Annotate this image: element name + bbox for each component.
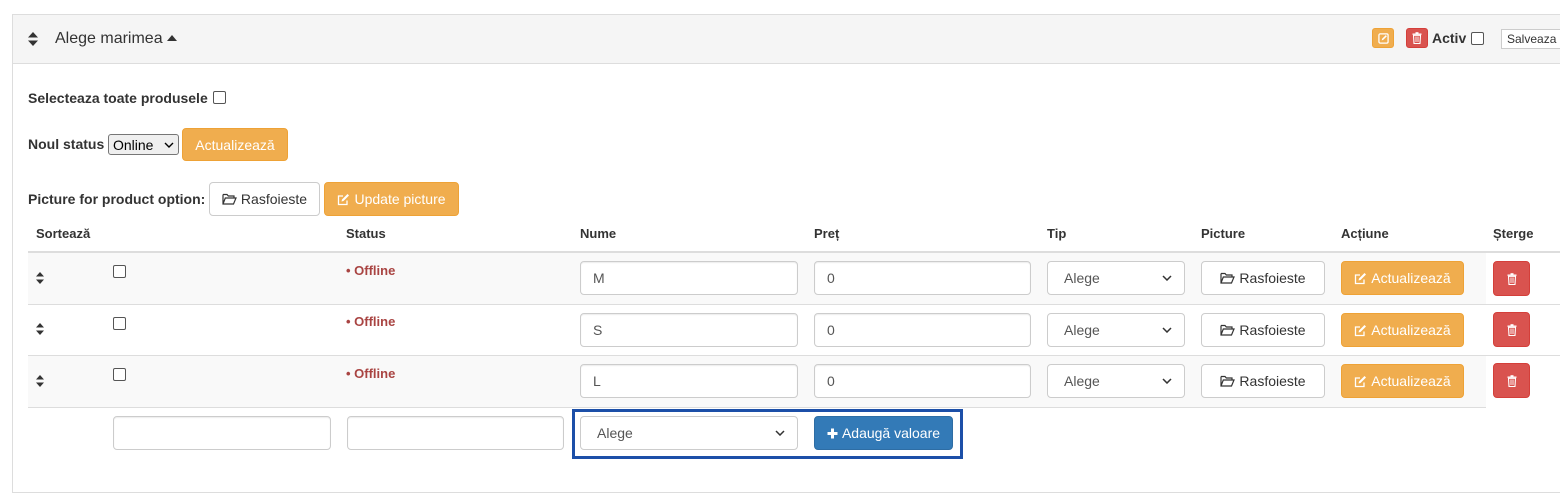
new-status-label: Noul status — [28, 136, 105, 152]
active-checkbox[interactable] — [1471, 32, 1484, 45]
new-sort-input[interactable] — [113, 416, 331, 450]
row-type-select[interactable]: Alege — [1047, 313, 1185, 347]
col-header-picture: Picture — [1201, 226, 1246, 241]
active-label: Activ — [1432, 30, 1467, 46]
row-type-select[interactable]: Alege — [1047, 261, 1185, 295]
caret-up-icon — [166, 35, 177, 41]
col-header-delete: Șterge — [1493, 226, 1534, 241]
row-delete-button[interactable] — [1493, 363, 1530, 398]
col-header-sort: Sortează — [36, 226, 91, 241]
row-browse-button[interactable]: Rasfoieste — [1201, 364, 1325, 398]
col-header-name: Nume — [580, 226, 617, 241]
new-status-input[interactable] — [347, 416, 564, 450]
row-browse-label: Rasfoieste — [1239, 322, 1306, 338]
row-divider — [28, 304, 1560, 305]
row-browse-button[interactable]: Rasfoieste — [1201, 313, 1325, 347]
col-header-action: Acțiune — [1341, 226, 1389, 241]
trash-icon — [1507, 374, 1516, 387]
panel-heading: Alege marimea Activ Salveaza — [13, 15, 1560, 64]
row-name-input[interactable]: M — [580, 261, 798, 295]
row-status: • Offline — [346, 263, 396, 278]
update-picture-label: Update picture — [354, 191, 446, 207]
bulk-update-button[interactable]: Actualizează — [182, 128, 288, 161]
update-picture-button[interactable]: Update picture — [324, 182, 459, 216]
top-bar — [0, 0, 1560, 14]
panel-title[interactable]: Alege marimea — [55, 30, 177, 48]
row-price-input[interactable]: 0 — [814, 313, 1031, 347]
edit-icon — [1355, 324, 1367, 336]
row-delete-button[interactable] — [1493, 312, 1530, 347]
row-status: • Offline — [346, 366, 396, 381]
select-all-label: Selecteaza toate produsele — [28, 90, 208, 106]
row-browse-label: Rasfoieste — [1239, 270, 1306, 286]
sort-icon[interactable] — [27, 31, 39, 47]
new-status-select[interactable]: Online — [108, 134, 179, 155]
row-update-label: Actualizează — [1371, 270, 1451, 286]
delete-option-button[interactable] — [1406, 28, 1428, 48]
browse-picture-button[interactable]: Rasfoieste — [209, 182, 320, 216]
edit-icon — [1377, 32, 1389, 44]
edit-icon — [338, 193, 350, 205]
row-checkbox[interactable] — [113, 368, 126, 381]
row-price-input[interactable]: 0 — [814, 364, 1031, 398]
trash-icon — [1507, 272, 1516, 285]
row-browse-button[interactable]: Rasfoieste — [1201, 261, 1325, 295]
row-type-value: Alege — [1064, 373, 1100, 389]
row-name-input[interactable]: S — [580, 313, 798, 347]
edit-icon — [1355, 272, 1367, 284]
row-update-label: Actualizează — [1371, 373, 1451, 389]
col-header-type: Tip — [1047, 226, 1067, 241]
folder-open-icon — [222, 193, 237, 205]
row-sort-icon[interactable] — [34, 270, 46, 286]
row-status: • Offline — [346, 314, 396, 329]
picture-option-label: Picture for product option: — [28, 191, 206, 207]
new-status-value: Online — [113, 136, 154, 153]
trash-icon — [1507, 323, 1516, 336]
highlight-box — [572, 409, 963, 459]
row-sort-icon[interactable] — [34, 373, 46, 389]
panel-title-text: Alege marimea — [55, 30, 163, 47]
folder-open-icon — [1220, 324, 1236, 336]
col-header-price: Preț — [814, 226, 840, 241]
folder-open-icon — [1220, 375, 1236, 387]
row-update-button[interactable]: Actualizează — [1341, 364, 1464, 398]
row-update-button[interactable]: Actualizează — [1341, 261, 1464, 295]
row-price-input[interactable]: 0 — [814, 261, 1031, 295]
row-sort-icon[interactable] — [34, 321, 46, 337]
save-button[interactable]: Salveaza — [1501, 29, 1560, 49]
folder-open-icon — [1220, 272, 1236, 284]
edit-icon — [1355, 375, 1367, 387]
row-checkbox[interactable] — [113, 317, 126, 330]
chevron-down-icon — [1162, 275, 1172, 281]
browse-picture-label: Rasfoieste — [240, 191, 308, 207]
select-all-checkbox[interactable] — [213, 91, 226, 104]
row-divider — [28, 407, 1486, 408]
row-type-value: Alege — [1064, 270, 1100, 286]
col-header-status: Status — [346, 226, 386, 241]
chevron-down-icon — [1162, 378, 1172, 384]
chevron-down-icon — [1162, 327, 1172, 333]
row-type-select[interactable]: Alege — [1047, 364, 1185, 398]
row-name-input[interactable]: L — [580, 364, 798, 398]
row-browse-label: Rasfoieste — [1239, 373, 1306, 389]
row-update-button[interactable]: Actualizează — [1341, 313, 1464, 347]
row-update-label: Actualizează — [1371, 322, 1451, 338]
row-type-value: Alege — [1064, 322, 1100, 338]
row-delete-button[interactable] — [1493, 261, 1530, 296]
row-checkbox[interactable] — [113, 265, 126, 278]
trash-icon — [1412, 32, 1422, 44]
edit-button[interactable] — [1372, 28, 1394, 48]
chevron-down-icon — [164, 142, 174, 148]
